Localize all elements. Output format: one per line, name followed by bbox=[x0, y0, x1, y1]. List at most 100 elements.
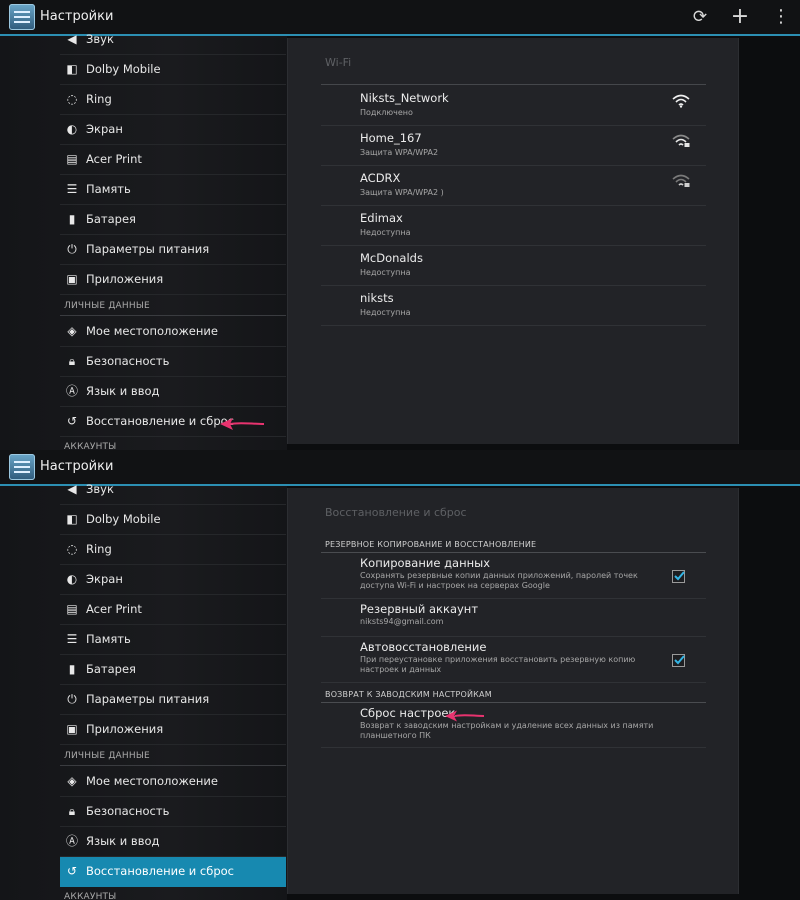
section-header-accounts: АККАУНТЫ bbox=[64, 892, 117, 900]
auto-restore-checkbox[interactable] bbox=[672, 654, 685, 667]
display-icon: ◐ bbox=[66, 122, 78, 136]
backup-data-checkbox[interactable] bbox=[672, 570, 685, 583]
sidebar-item-storage[interactable]: ☰ Память bbox=[60, 625, 286, 655]
backup-reset-panel: Восстановление и сброс РЕЗЕРВНОЕ КОПИРОВ… bbox=[287, 488, 739, 894]
sidebar-item-label: Acer Print bbox=[86, 602, 142, 616]
lock-icon: 🔒︎ bbox=[68, 354, 76, 368]
sidebar-item-ring[interactable]: ◌ Ring bbox=[60, 535, 286, 565]
sidebar-item-location[interactable]: ◈ Мое местоположение bbox=[60, 767, 286, 797]
sidebar-item-label: Параметры питания bbox=[86, 242, 210, 256]
sidebar-item-label: Батарея bbox=[86, 212, 136, 226]
add-icon[interactable]: + bbox=[728, 6, 752, 28]
sidebar-item-language[interactable]: Ⓐ Язык и ввод bbox=[60, 827, 286, 857]
sidebar-item-language[interactable]: Ⓐ Язык и ввод bbox=[60, 377, 286, 407]
sidebar-item-label: Экран bbox=[86, 572, 123, 586]
dolby-icon: ◧ bbox=[66, 512, 78, 526]
restore-icon: ↺ bbox=[66, 414, 78, 428]
option-description: Возврат к заводским настройкам и удалени… bbox=[360, 721, 654, 740]
option-title: Автовосстановление bbox=[360, 640, 487, 654]
wifi-network-row[interactable]: ACDRX Защита WPA/WPA2 ) bbox=[321, 165, 706, 206]
sidebar-item-label: Звук bbox=[86, 32, 114, 46]
location-icon: ◈ bbox=[67, 774, 77, 788]
backup-account-email: niksts94@gmail.com bbox=[360, 617, 444, 626]
wifi-network-row[interactable]: Home_167 Защита WPA/WPA2 bbox=[321, 125, 706, 166]
sidebar-item-apps[interactable]: ▣ Приложения bbox=[60, 265, 286, 295]
section-header-accounts: АККАУНТЫ bbox=[64, 442, 117, 450]
sidebar-item-security[interactable]: 🔒︎ Безопасность bbox=[60, 347, 286, 377]
sync-icon[interactable]: ⟳ bbox=[688, 6, 712, 28]
storage-icon: ☰ bbox=[66, 182, 78, 196]
sidebar-item-sound[interactable]: ◀ Звук bbox=[60, 25, 286, 55]
wifi-panel: Wi-Fi Niksts_Network Подключено Home_167… bbox=[287, 38, 739, 444]
sidebar-item-label: Безопасность bbox=[86, 804, 170, 818]
wifi-network-row[interactable]: niksts Недоступна bbox=[321, 285, 706, 326]
network-status: Недоступна bbox=[360, 268, 411, 277]
option-title: Копирование данных bbox=[360, 556, 490, 570]
wifi-signal-secured-icon bbox=[672, 134, 690, 147]
display-icon: ◐ bbox=[66, 572, 78, 586]
option-description: Сохранять резервные копии данных приложе… bbox=[360, 571, 638, 590]
option-title: Сброс настроек bbox=[360, 706, 456, 720]
sidebar-item-backup-reset[interactable]: ↺ Восстановление и сброс bbox=[60, 857, 286, 887]
sidebar-item-label: Безопасность bbox=[86, 354, 170, 368]
settings-sidebar: ◀ Звук ◧ Dolby Mobile ◌ Ring ◐ Экран ▤ A… bbox=[0, 482, 287, 900]
network-status: Недоступна bbox=[360, 308, 411, 317]
wifi-signal-secured-icon bbox=[672, 174, 690, 187]
volume-icon: ◀ bbox=[67, 482, 77, 496]
printer-icon: ▤ bbox=[66, 152, 78, 166]
sidebar-item-apps[interactable]: ▣ Приложения bbox=[60, 715, 286, 745]
sidebar-item-label: Мое местоположение bbox=[86, 774, 218, 788]
sidebar-item-sound[interactable]: ◀ Звук bbox=[60, 475, 286, 505]
sidebar-item-battery[interactable]: ▮ Батарея bbox=[60, 655, 286, 685]
factory-reset-option[interactable]: Сброс настроек Возврат к заводским настр… bbox=[321, 703, 706, 748]
wifi-network-row[interactable]: Niksts_Network Подключено bbox=[321, 85, 706, 126]
sidebar-item-label: Dolby Mobile bbox=[86, 62, 161, 76]
battery-icon: ▮ bbox=[68, 212, 76, 226]
storage-icon: ☰ bbox=[66, 632, 78, 646]
wifi-network-row[interactable]: Edimax Недоступна bbox=[321, 205, 706, 246]
network-name: McDonalds bbox=[360, 251, 423, 265]
lock-icon: 🔒︎ bbox=[68, 804, 76, 818]
apps-icon: ▣ bbox=[66, 722, 78, 736]
network-name: Edimax bbox=[360, 211, 403, 225]
sidebar-item-display[interactable]: ◐ Экран bbox=[60, 115, 286, 145]
settings-app-icon bbox=[9, 4, 35, 30]
sidebar-item-battery[interactable]: ▮ Батарея bbox=[60, 205, 286, 235]
sidebar-item-dolby[interactable]: ◧ Dolby Mobile bbox=[60, 55, 286, 85]
sidebar-item-label: Приложения bbox=[86, 722, 164, 736]
sidebar-item-label: Восстановление и сброс bbox=[86, 414, 235, 428]
overflow-menu-icon[interactable]: ⋮ bbox=[769, 6, 793, 28]
power-icon: ⏻ bbox=[67, 692, 77, 706]
sidebar-item-label: Память bbox=[86, 632, 131, 646]
section-header-factory: ВОЗВРАТ К ЗАВОДСКИМ НАСТРОЙКАМ bbox=[325, 690, 492, 699]
sidebar-item-storage[interactable]: ☰ Память bbox=[60, 175, 286, 205]
sidebar-item-security[interactable]: 🔒︎ Безопасность bbox=[60, 797, 286, 827]
sidebar-item-acer-print[interactable]: ▤ Acer Print bbox=[60, 595, 286, 625]
sidebar-item-acer-print[interactable]: ▤ Acer Print bbox=[60, 145, 286, 175]
section-header-personal: ЛИЧНЫЕ ДАННЫЕ bbox=[64, 751, 150, 761]
backup-account-option[interactable]: Резервный аккаунт niksts94@gmail.com bbox=[321, 599, 706, 637]
sidebar-item-location[interactable]: ◈ Мое местоположение bbox=[60, 317, 286, 347]
section-divider bbox=[60, 315, 286, 316]
network-status: Защита WPA/WPA2 bbox=[360, 148, 439, 157]
sidebar-item-label: Экран bbox=[86, 122, 123, 136]
sidebar-item-dolby[interactable]: ◧ Dolby Mobile bbox=[60, 505, 286, 535]
sidebar-item-power[interactable]: ⏻ Параметры питания bbox=[60, 685, 286, 715]
network-status: Недоступна bbox=[360, 228, 411, 237]
option-title: Резервный аккаунт bbox=[360, 602, 479, 616]
sidebar-item-ring[interactable]: ◌ Ring bbox=[60, 85, 286, 115]
sidebar-item-label: Язык и ввод bbox=[86, 384, 160, 398]
backup-data-option[interactable]: Копирование данных Сохранять резервные к… bbox=[321, 553, 706, 599]
sidebar-item-label: Восстановление и сброс bbox=[86, 864, 235, 878]
network-name: niksts bbox=[360, 291, 394, 305]
section-divider bbox=[60, 765, 286, 766]
sidebar-item-label: Acer Print bbox=[86, 152, 142, 166]
network-name: ACDRX bbox=[360, 171, 401, 185]
sidebar-item-display[interactable]: ◐ Экран bbox=[60, 565, 286, 595]
annotation-arrow bbox=[445, 710, 485, 722]
dolby-icon: ◧ bbox=[66, 62, 78, 76]
battery-icon: ▮ bbox=[68, 662, 76, 676]
sidebar-item-power[interactable]: ⏻ Параметры питания bbox=[60, 235, 286, 265]
wifi-network-row[interactable]: McDonalds Недоступна bbox=[321, 245, 706, 286]
auto-restore-option[interactable]: Автовосстановление При переустановке при… bbox=[321, 637, 706, 683]
